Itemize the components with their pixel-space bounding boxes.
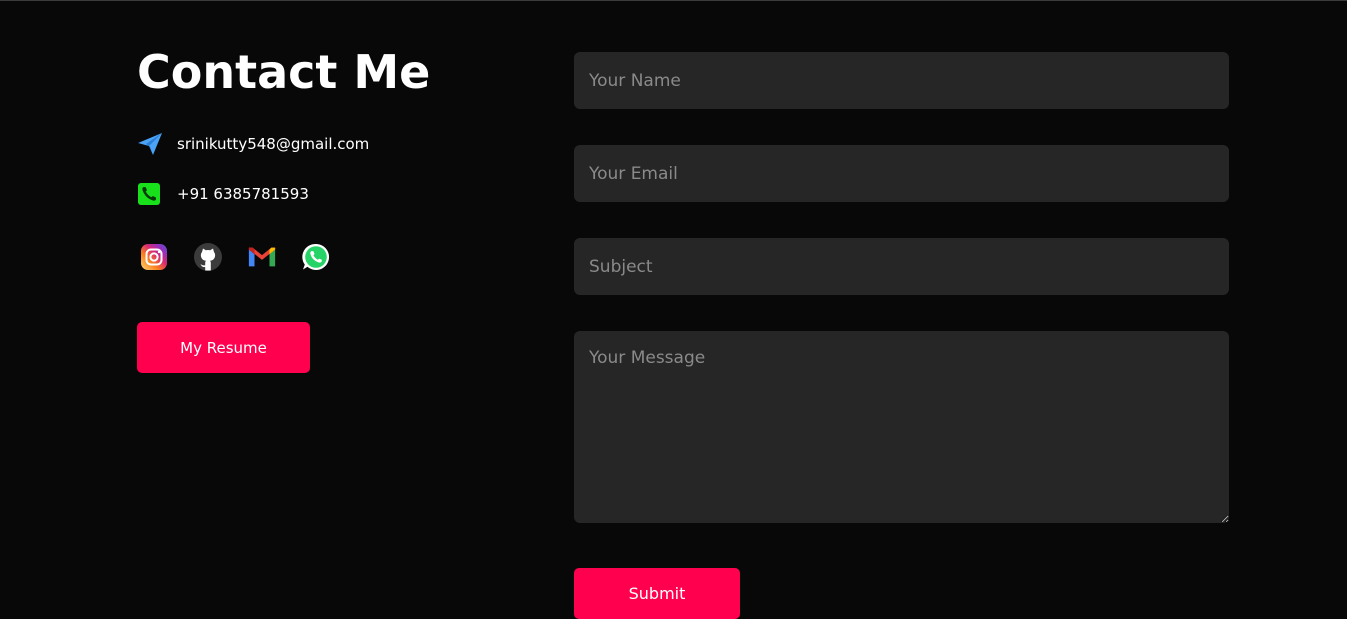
phone-icon <box>137 180 165 208</box>
email-input[interactable] <box>574 145 1229 202</box>
contact-info: Contact Me srinikutty548@gmail.com +91 6… <box>137 40 537 373</box>
phone-text: +91 6385781593 <box>177 185 309 203</box>
whatsapp-icon[interactable] <box>301 242 331 272</box>
email-line: srinikutty548@gmail.com <box>137 130 369 158</box>
email-text: srinikutty548@gmail.com <box>177 135 370 153</box>
page-title: Contact Me <box>137 45 431 99</box>
phone-line: +91 6385781593 <box>137 180 309 208</box>
social-links <box>139 242 331 272</box>
resume-button[interactable]: My Resume <box>137 322 310 373</box>
submit-button[interactable]: Submit <box>574 568 740 619</box>
name-input[interactable] <box>574 52 1229 109</box>
subject-input[interactable] <box>574 238 1229 295</box>
paper-plane-icon <box>137 130 165 158</box>
instagram-icon[interactable] <box>139 242 169 272</box>
gmail-icon[interactable] <box>247 242 277 272</box>
github-icon[interactable] <box>193 242 223 272</box>
top-divider <box>0 0 1347 1</box>
message-textarea[interactable] <box>574 331 1229 523</box>
